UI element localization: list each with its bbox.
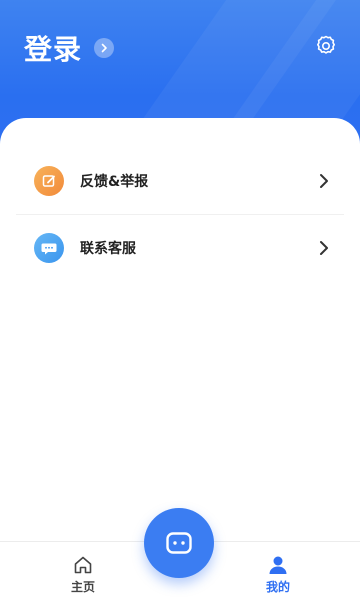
chevron-right-icon: [320, 174, 328, 188]
menu-item-feedback[interactable]: 反馈&举报: [16, 148, 344, 214]
tab-mine[interactable]: 我的: [248, 554, 308, 595]
tab-home-label: 主页: [70, 580, 95, 594]
chevron-right-icon: [320, 241, 328, 255]
edit-icon: [34, 166, 64, 196]
menu-item-label: 反馈&举报: [80, 174, 149, 190]
menu-item-customer-service[interactable]: 联系客服: [16, 215, 344, 281]
menu-item-label: 联系客服: [80, 241, 136, 257]
tab-home[interactable]: 主页: [53, 554, 113, 595]
chevron-right-icon[interactable]: [94, 38, 115, 58]
login-entry[interactable]: 登录: [24, 28, 115, 68]
login-title[interactable]: 登录: [24, 28, 82, 68]
chat-icon: [166, 532, 192, 554]
user-icon: [269, 556, 287, 574]
chat-bubble-icon: [34, 233, 64, 263]
chat-button[interactable]: [144, 508, 214, 578]
gear-icon[interactable]: [314, 34, 338, 58]
home-icon: [74, 556, 92, 574]
tab-mine-label: 我的: [265, 580, 290, 594]
menu-card: 反馈&举报 联系客服: [0, 118, 360, 548]
